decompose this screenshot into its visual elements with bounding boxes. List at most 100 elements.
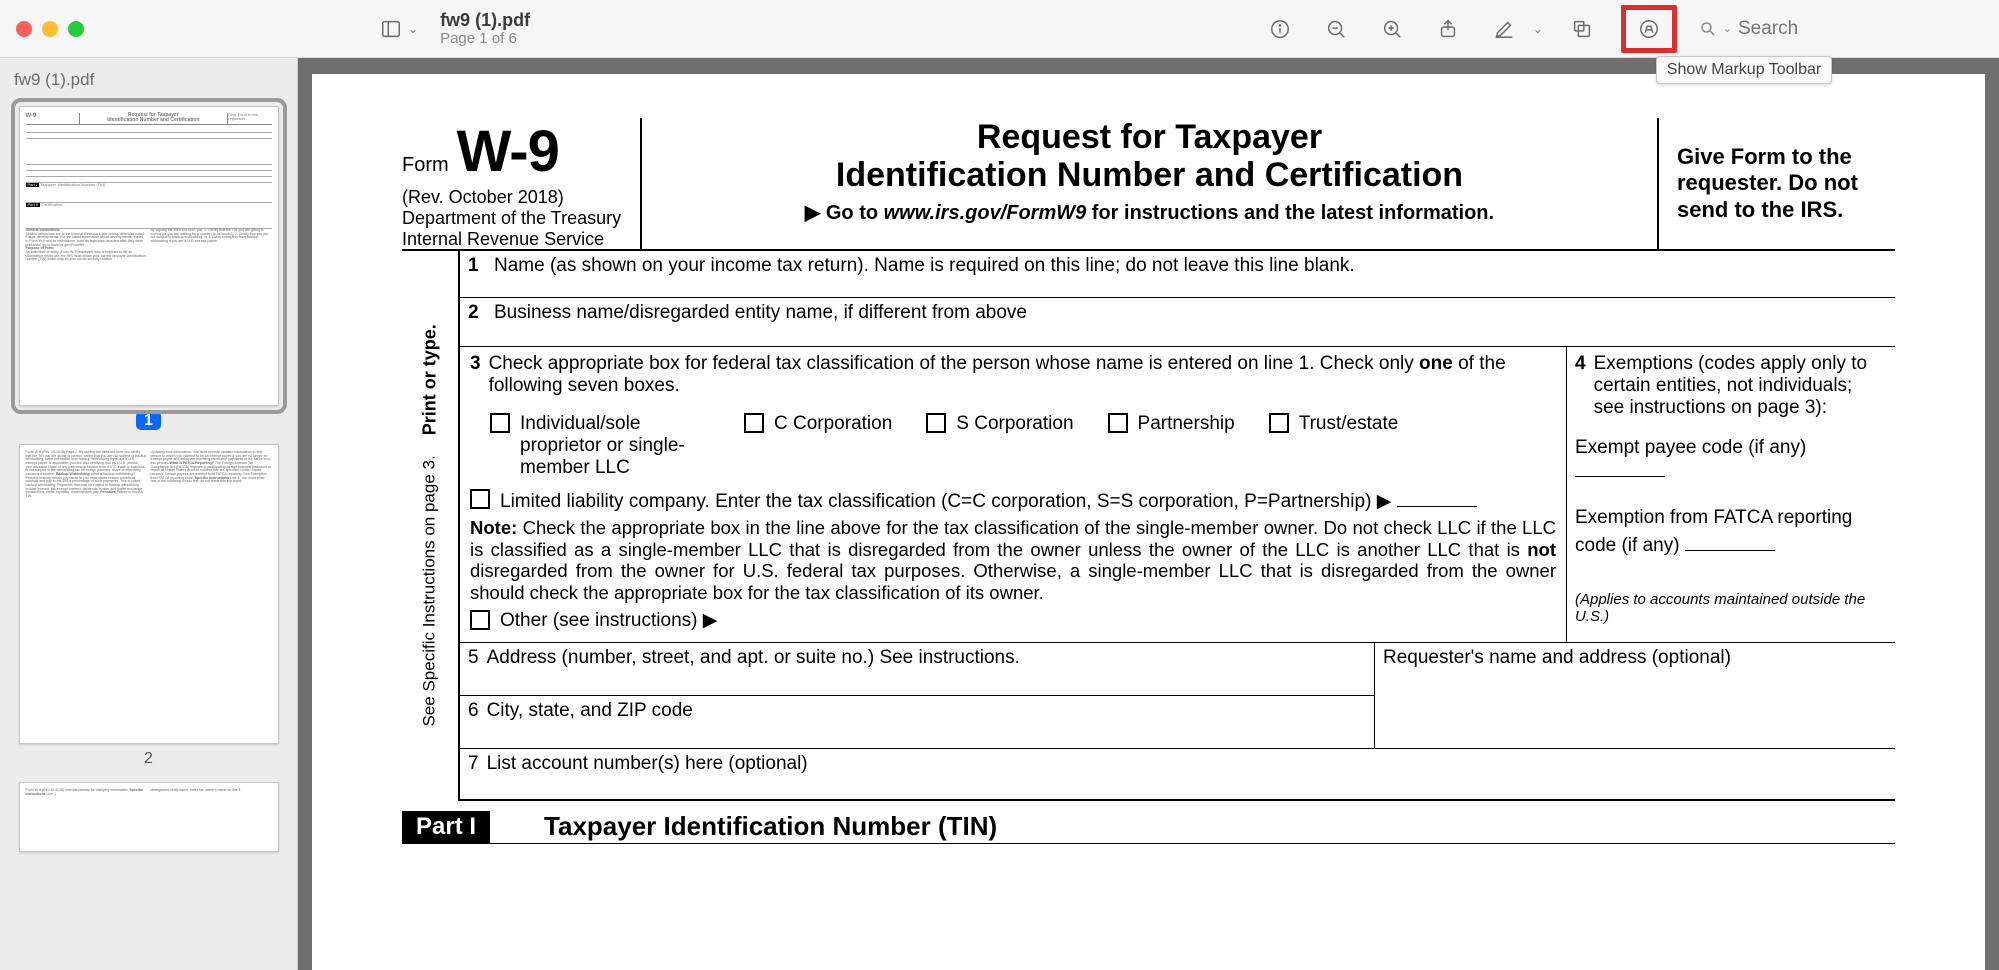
markup-toolbar-button-highlighted: Show Markup Toolbar — [1621, 5, 1677, 53]
line-5[interactable]: 5 Address (number, street, and apt. or s… — [460, 643, 1374, 696]
classification-checkboxes: Individual/sole proprietor or single-mem… — [490, 413, 1556, 479]
line-1-num: 1 — [468, 255, 486, 277]
thumbnail-sidebar: fw9 (1).pdf W-9Request for TaxpayerIdent… — [0, 58, 298, 970]
search-chevron-icon[interactable]: ⌄ — [1723, 22, 1732, 35]
line-3: 3 Check appropriate box for federal tax … — [460, 347, 1567, 642]
checkbox-c-corp[interactable] — [744, 413, 764, 433]
minimize-window-button[interactable] — [42, 21, 58, 37]
line-2[interactable]: 2 Business name/disregarded entity name,… — [460, 298, 1895, 347]
line-3-text-a: Check appropriate box for federal tax cl… — [489, 353, 1419, 374]
zoom-out-button[interactable] — [1319, 12, 1353, 46]
vlabel-see: See Specific Instructions on page 3. — [420, 456, 439, 727]
thumbnail-content: Form W-9 (Rev. 10-2018) Page 2. By signi… — [20, 445, 278, 743]
document-title-block: fw9 (1).pdf Page 1 of 6 — [440, 10, 530, 48]
form-revision: (Rev. October 2018) — [402, 187, 632, 208]
requester-box[interactable]: Requester's name and address (optional) — [1375, 643, 1895, 749]
give-form-text: Give Form to the requester. Do not send … — [1677, 144, 1895, 223]
line-6-num: 6 — [468, 700, 479, 722]
fatca-input[interactable] — [1685, 533, 1775, 551]
checkbox-partnership[interactable] — [1108, 413, 1128, 433]
form-header-center: Request for Taxpayer Identification Numb… — [642, 118, 1657, 249]
sidebar-toggle-button[interactable] — [374, 12, 408, 46]
sidebar-title: fw9 (1).pdf — [10, 68, 287, 98]
toolbar: ⌄ fw9 (1).pdf Page 1 of 6 ⌄ Show Mar — [0, 0, 1999, 58]
thumbnail-page-2[interactable]: Form W-9 (Rev. 10-2018) Page 2. By signi… — [19, 444, 279, 744]
exempt-payee-label: Exempt payee code (if any) — [1575, 437, 1806, 458]
sidebar-icon — [380, 18, 402, 40]
goto-url: www.irs.gov/FormW9 — [884, 202, 1087, 224]
fatca-row: Exemption from FATCA reporting code (if … — [1575, 507, 1887, 557]
toolbar-right: ⌄ Show Markup Toolbar ⌄ — [1263, 5, 1983, 53]
zoom-in-button[interactable] — [1375, 12, 1409, 46]
rotate-icon — [1571, 18, 1593, 40]
info-button[interactable] — [1263, 12, 1297, 46]
markup-toolbar-button[interactable] — [1632, 12, 1666, 46]
sidebar-menu-chevron-icon[interactable]: ⌄ — [408, 22, 418, 36]
vertical-instructions-label: See Specific Instructions on page 3. Pri… — [402, 251, 458, 801]
pdf-viewer[interactable]: Form W-9 (Rev. October 2018) Department … — [298, 58, 1999, 970]
note-b: disregarded from the owner for U.S. fede… — [470, 560, 1556, 603]
llc-note: Note: Check the appropriate box in the l… — [470, 517, 1556, 604]
thumbnail-page-number-2: 2 — [10, 750, 287, 768]
part-1-tag: Part I — [402, 811, 490, 843]
document-filename: fw9 (1).pdf — [440, 10, 530, 31]
note-label: Note: — [470, 517, 517, 538]
rotate-button[interactable] — [1565, 12, 1599, 46]
line-5-6-left: 5 Address (number, street, and apt. or s… — [460, 643, 1375, 749]
goto-suffix: for instructions and the latest informat… — [1086, 202, 1494, 224]
line-3-4-row: 3 Check appropriate box for federal tax … — [460, 347, 1895, 643]
search-input[interactable] — [1738, 18, 1983, 40]
form-goto: ▶ Go to www.irs.gov/FormW9 for instructi… — [656, 200, 1643, 225]
label-other: Other (see instructions) ▶ — [500, 610, 717, 632]
line-5-6-row: 5 Address (number, street, and apt. or s… — [460, 643, 1895, 749]
pdf-page-1: Form W-9 (Rev. October 2018) Department … — [312, 74, 1985, 970]
line-6[interactable]: 6 City, state, and ZIP code — [460, 696, 1374, 749]
note-a: Check the appropriate box in the line ab… — [470, 517, 1556, 560]
checkbox-trust[interactable] — [1269, 413, 1289, 433]
highlight-button[interactable] — [1487, 12, 1521, 46]
close-window-button[interactable] — [16, 21, 32, 37]
form-header-left: Form W-9 (Rev. October 2018) Department … — [402, 118, 642, 249]
line-4: 4 Exemptions (codes apply only to certai… — [1567, 347, 1895, 642]
line-3-one: one — [1419, 353, 1453, 374]
page-indicator: Page 1 of 6 — [440, 30, 530, 47]
label-trust: Trust/estate — [1299, 413, 1399, 435]
line-4-label: Exemptions (codes apply only to certain … — [1594, 353, 1887, 419]
exempt-payee-row: Exempt payee code (if any) — [1575, 437, 1887, 483]
other-row: Other (see instructions) ▶ — [470, 610, 1556, 632]
note-not: not — [1527, 539, 1556, 560]
line-3-label: Check appropriate box for federal tax cl… — [489, 353, 1556, 397]
thumbnail-page-3[interactable]: Form W-9 (Rev 10-2018) criminal penalty … — [19, 782, 279, 852]
workspace: fw9 (1).pdf W-9Request for TaxpayerIdent… — [0, 58, 1999, 970]
search-icon — [1699, 20, 1717, 38]
form-dept1: Department of the Treasury — [402, 208, 632, 229]
line-6-label: City, state, and ZIP code — [487, 700, 693, 722]
requester-label: Requester's name and address (optional) — [1383, 647, 1731, 722]
llc-class-input[interactable] — [1397, 489, 1477, 507]
zoom-out-icon — [1325, 18, 1347, 40]
search-field[interactable]: ⌄ — [1699, 18, 1983, 40]
checkbox-other[interactable] — [470, 610, 490, 630]
info-icon — [1269, 18, 1291, 40]
form-header-right: Give Form to the requester. Do not send … — [1657, 118, 1895, 249]
goto-prefix: ▶ Go to — [805, 202, 884, 224]
thumbnail-page-1[interactable]: W-9Request for TaxpayerIdentification Nu… — [19, 106, 279, 406]
part-1-title: Taxpayer Identification Number (TIN) — [544, 811, 997, 842]
share-button[interactable] — [1431, 12, 1465, 46]
share-icon — [1437, 18, 1459, 40]
form-fields: 1 Name (as shown on your income tax retu… — [458, 251, 1895, 801]
checkbox-llc[interactable] — [470, 489, 490, 509]
highlight-menu-chevron-icon[interactable]: ⌄ — [1533, 22, 1543, 36]
line-7[interactable]: 7 List account number(s) here (optional) — [460, 749, 1895, 801]
window-controls — [16, 21, 84, 37]
checkbox-individual[interactable] — [490, 413, 510, 433]
exempt-payee-input[interactable] — [1575, 459, 1665, 477]
thumbnail-content: W-9Request for TaxpayerIdentification Nu… — [20, 107, 278, 405]
llc-row: Limited liability company. Enter the tax… — [470, 489, 1556, 513]
line-1[interactable]: 1 Name (as shown on your income tax retu… — [460, 251, 1895, 298]
label-form: Form — [402, 154, 449, 177]
fullscreen-window-button[interactable] — [68, 21, 84, 37]
line-3-num: 3 — [470, 353, 481, 397]
label-partnership: Partnership — [1138, 413, 1235, 435]
checkbox-s-corp[interactable] — [926, 413, 946, 433]
